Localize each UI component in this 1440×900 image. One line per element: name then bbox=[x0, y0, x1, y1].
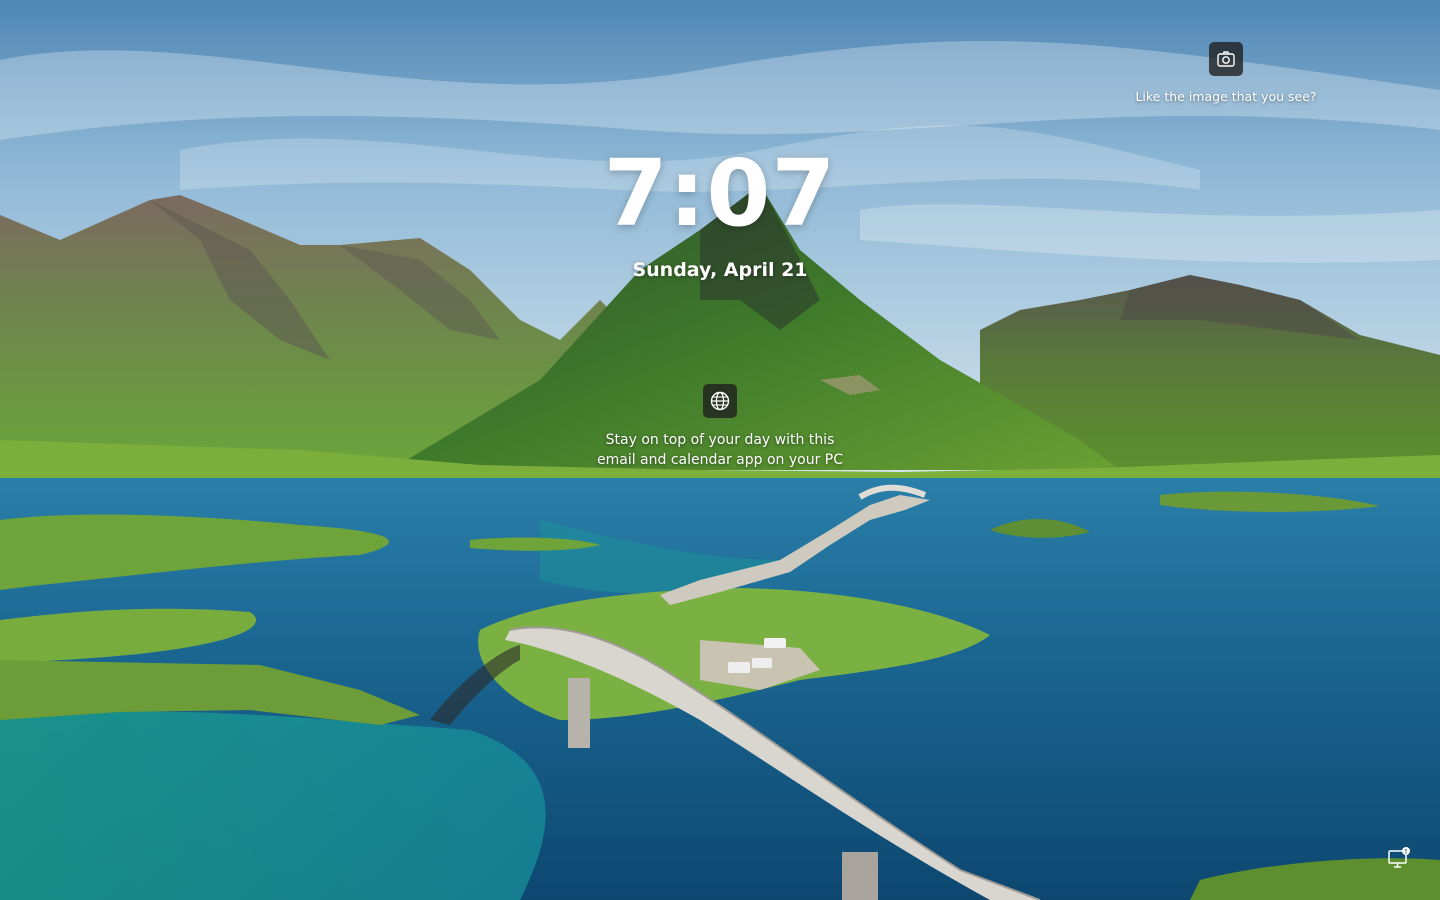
spotlight-prompt[interactable]: Like the image that you see? bbox=[1110, 89, 1342, 104]
network-icon bbox=[1388, 847, 1410, 868]
camera-icon bbox=[1217, 51, 1235, 67]
lock-screen[interactable]: 7:07 Sunday, April 21 Like the image tha… bbox=[0, 0, 1440, 900]
network-status-button[interactable] bbox=[1386, 846, 1412, 870]
widget-line-1: Stay on top of your day with this bbox=[605, 432, 835, 448]
widget-message[interactable]: Stay on top of your day with this email … bbox=[560, 430, 880, 470]
lock-date: Sunday, April 21 bbox=[632, 259, 808, 281]
lock-clock: 7:07 bbox=[603, 140, 837, 247]
widget-line-2: email and calendar app on your PC bbox=[596, 452, 843, 468]
spotlight-camera-button[interactable] bbox=[1209, 42, 1243, 76]
email-calendar-widget[interactable]: Stay on top of your day with this email … bbox=[560, 384, 880, 470]
globe-icon bbox=[710, 391, 730, 411]
spotlight-feedback[interactable]: Like the image that you see? bbox=[1110, 42, 1342, 104]
widget-globe-button[interactable] bbox=[703, 384, 737, 418]
